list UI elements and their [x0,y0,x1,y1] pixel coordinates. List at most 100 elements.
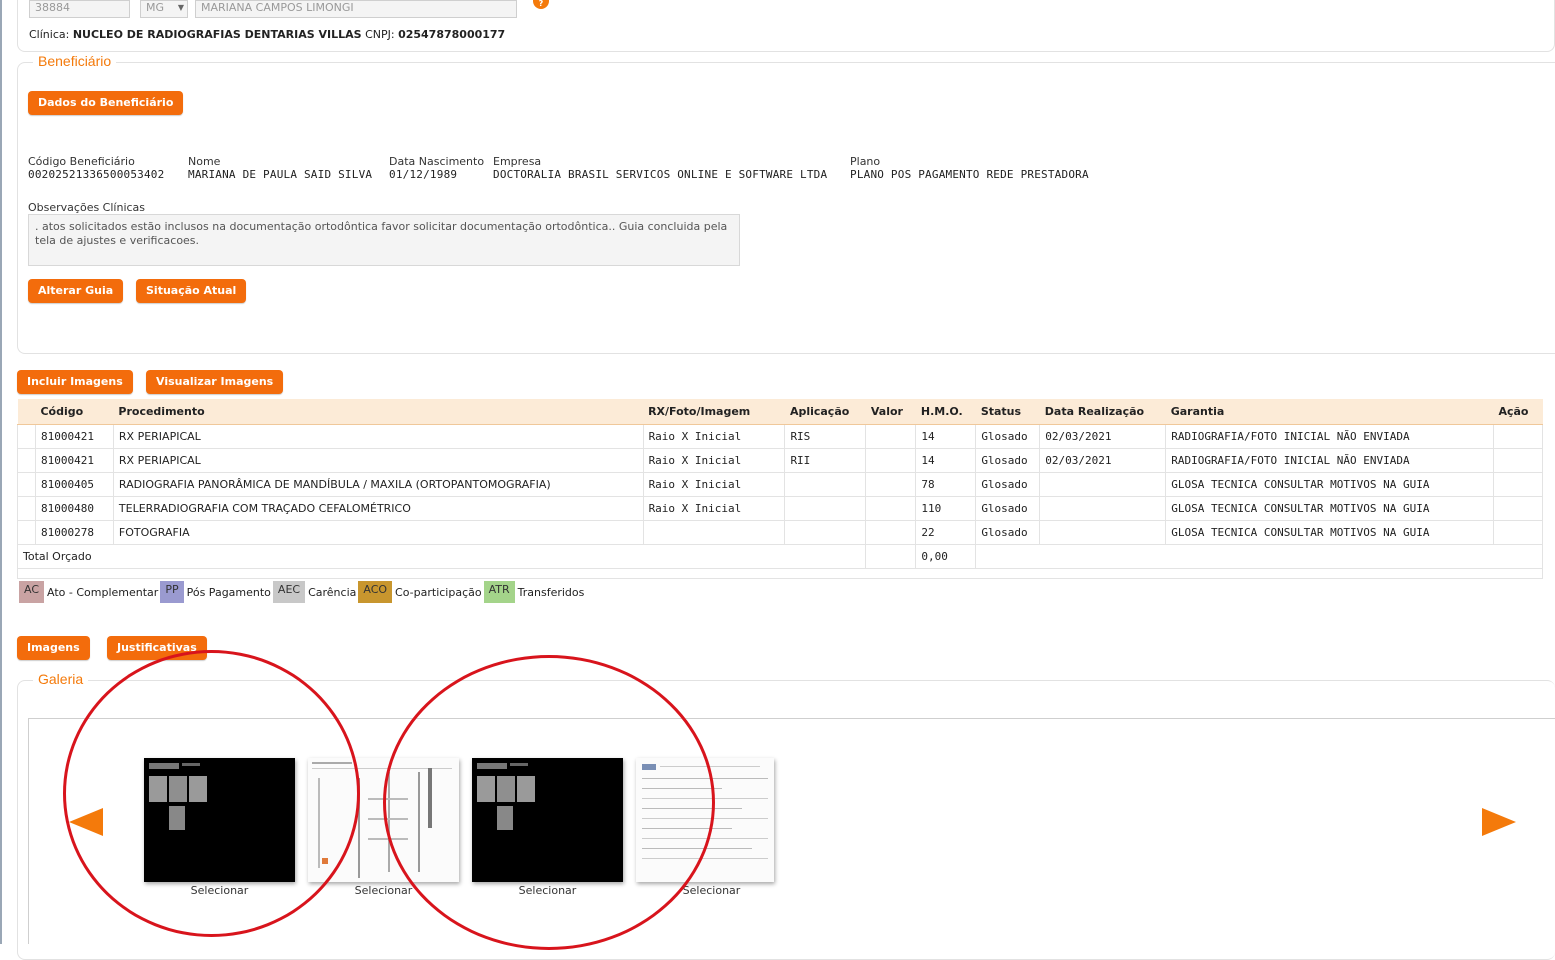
cell-status: Glosado [975,519,1041,545]
observacoes-label: Observações Clínicas [28,201,146,214]
arrow-right-icon[interactable] [1482,808,1516,836]
cell-procedimento: FOTOGRAFIA [112,519,644,545]
cell-procedimento: RADIOGRAFIA PANORÂMICA DE MANDÍBULA / MA… [112,471,644,497]
cell-valor [865,447,917,473]
legend-swatch: ACO [358,581,393,603]
table-body: 81000421 RX PERIAPICAL Raio X Inicial RIS 14… [16,423,1544,579]
gallery-thumbnail[interactable] [308,758,459,882]
cell-garantia: RADIOGRAFIA/FOTO INICIAL NÃO ENVIADA [1165,447,1494,473]
cell-rx-foto-imagem: Raio X Inicial [642,471,786,497]
clinic-label: Clínica: [29,28,70,41]
cell-procedimento: TELERRADIOGRAFIA COM TRAÇADO CEFALOMÉTRI… [112,495,644,521]
table-row[interactable]: 81000421 RX PERIAPICAL Raio X Inicial RII 14… [17,447,1544,473]
observacoes-textarea[interactable]: . atos solicitados estão inclusos na doc… [28,214,740,266]
header-garantia[interactable]: Garantia [1165,399,1494,425]
cell-acao[interactable] [1492,519,1544,545]
cell-data-realizacao [1039,495,1167,521]
incluir-imagens-button[interactable]: Incluir Imagens [17,370,133,394]
header-hmo[interactable]: H.M.O. [915,399,976,425]
cell-rx-foto-imagem: Raio X Inicial [642,495,786,521]
select-thumbnail-link[interactable]: Selecionar [308,884,459,897]
cell-procedimento: RX PERIAPICAL [112,423,644,449]
name-field[interactable]: MARIANA CAMPOS LIMONGI [195,0,517,18]
gallery-thumbnail[interactable] [636,758,774,882]
cell-data-realizacao: 02/03/2021 [1039,447,1167,473]
cell-acao[interactable] [1492,447,1544,473]
table-row[interactable]: 81000421 RX PERIAPICAL Raio X Inicial RIS 14… [17,423,1544,449]
select-thumbnail-link[interactable]: Selecionar [472,884,623,897]
cell-codigo: 81000405 [34,471,114,497]
cell-hmo: 14 [915,447,977,473]
legend-label: Ato - Complementar [47,585,159,599]
dados-beneficiario-button[interactable]: Dados do Beneficiário [28,91,184,115]
cell-procedimento: RX PERIAPICAL [112,447,644,473]
cell-hmo: 14 [915,423,977,449]
cell-status: Glosado [975,471,1041,497]
table-row[interactable]: 81000405 RADIOGRAFIA PANORÂMICA DE MANDÍB… [17,471,1544,497]
cell-rx-foto-imagem [642,519,786,545]
data-nascimento-label: Data Nascimento [389,155,485,168]
select-thumbnail-link[interactable]: Selecionar [636,884,787,897]
table-row[interactable]: 81000278 FOTOGRAFIA 22 Glosado GLOSA TECNICA… [17,519,1544,545]
total-value: 0,00 [915,543,977,569]
arrow-left-icon[interactable] [69,808,103,836]
cell-data-realizacao: 02/03/2021 [1039,423,1167,449]
state-select[interactable]: MG ▼ [140,0,188,18]
header-codigo[interactable]: Código [35,399,114,425]
header-status[interactable]: Status [975,399,1040,425]
plano-value: PLANO POS PAGAMENTO REDE PRESTADORA [850,168,1089,181]
document-image [642,764,768,859]
cell-acao[interactable] [1492,495,1544,521]
cell-data-realizacao [1039,471,1167,497]
cell-data-realizacao [1039,519,1167,545]
header-rx-foto-imagem[interactable]: RX/Foto/Imagem [643,399,785,425]
status-legend: AC Ato - Complementar PP Pós Pagamento AEC Ca… [19,581,586,603]
empresa-value: DOCTORALIA BRASIL SERVICOS ONLINE E SOFT… [493,168,828,181]
cell-aplicacao: RIS [784,423,867,449]
beneficiario-legend: Beneficiário [33,53,117,69]
empty-cell [17,567,1543,579]
situacao-atual-button[interactable]: Situação Atual [136,279,247,303]
cnpj-value: 02547878000177 [398,28,506,41]
xray-image [149,763,207,830]
total-label: Total Orçado [16,543,867,569]
legend-label: Carência [308,585,357,599]
table-header-row: Código Procedimento RX/Foto/Imagem Aplic… [17,399,1543,425]
cell-status: Glosado [975,423,1041,449]
cell-rx-foto-imagem: Raio X Inicial [642,447,786,473]
cell-status: Glosado [975,495,1041,521]
beneficiario-fieldset [17,62,1555,354]
gallery-thumbnail[interactable] [144,758,295,882]
cell-acao[interactable] [1492,471,1544,497]
tab-imagens[interactable]: Imagens [17,636,90,660]
empresa-label: Empresa [493,155,542,168]
header-data-realizacao[interactable]: Data Realização [1039,399,1166,425]
header-valor[interactable]: Valor [865,399,916,425]
table-empty-row [17,567,1543,579]
row-spacer [17,519,36,545]
galeria-legend: Galeria [33,671,89,687]
cell-garantia: GLOSA TECNICA CONSULTAR MOTIVOS NA GUIA [1165,471,1494,497]
row-spacer [17,471,36,497]
cell-aplicacao: RII [784,447,867,473]
row-spacer [17,495,36,521]
cell-codigo: 81000480 [34,495,114,521]
data-nascimento-value: 01/12/1989 [389,168,458,181]
cell-acao[interactable] [1492,423,1544,449]
clinic-name: NUCLEO DE RADIOGRAFIAS DENTARIAS VILLAS [72,28,362,41]
gallery-thumbnail[interactable] [472,758,623,882]
total-row: Total Orçado 0,00 [16,543,1543,569]
select-thumbnail-link[interactable]: Selecionar [144,884,295,897]
plano-label: Plano [850,155,881,168]
header-procedimento[interactable]: Procedimento [113,399,644,425]
cell-codigo: 81000278 [34,519,114,545]
legend-swatch: PP [160,581,184,603]
tab-justificativas[interactable]: Justificativas [107,636,207,660]
alterar-guia-button[interactable]: Alterar Guia [28,279,124,303]
left-edge-rule [0,0,2,944]
header-aplicacao[interactable]: Aplicação [784,399,866,425]
table-row[interactable]: 81000480 TELERRADIOGRAFIA COM TRAÇADO CEF… [17,495,1544,521]
header-acao[interactable]: Ação [1493,399,1543,425]
code-field[interactable]: 38884 [29,0,130,18]
visualizar-imagens-button[interactable]: Visualizar Imagens [146,370,284,394]
